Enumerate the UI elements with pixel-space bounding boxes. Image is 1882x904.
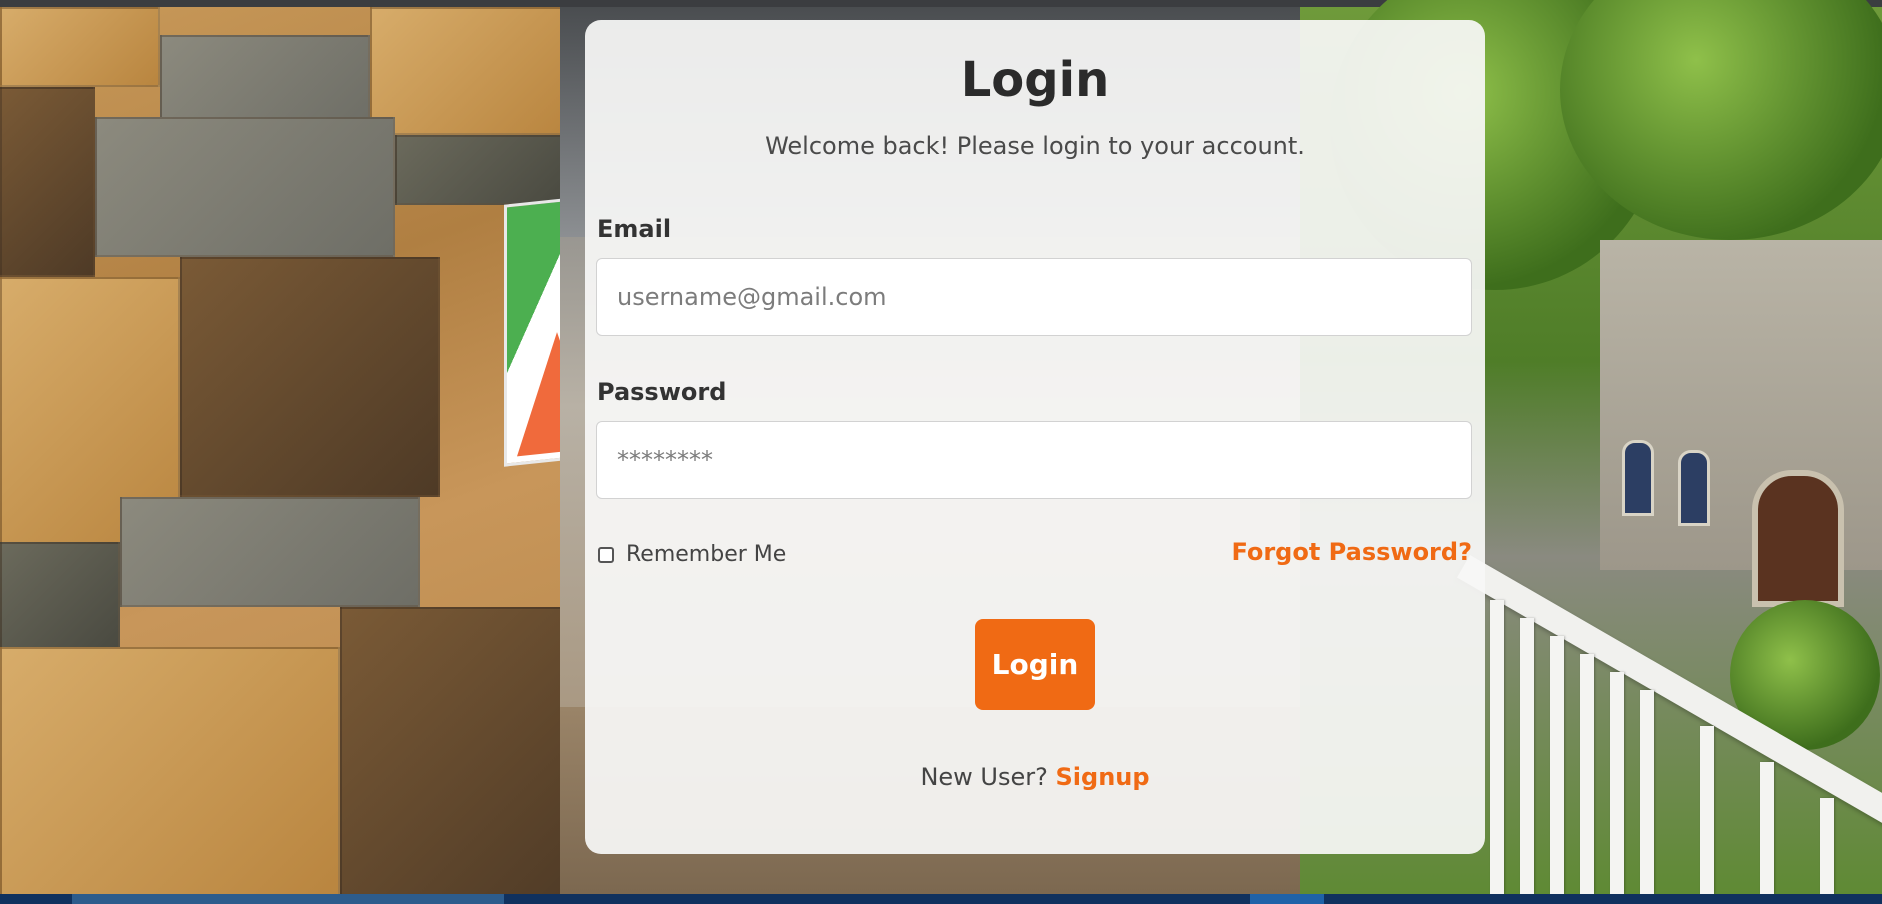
email-label: Email xyxy=(597,215,672,243)
login-card: Login Welcome back! Please login to your… xyxy=(585,20,1485,854)
background-baluster xyxy=(1820,798,1834,894)
background-baluster xyxy=(1550,636,1564,894)
forgot-password-link[interactable]: Forgot Password? xyxy=(1231,538,1472,566)
background-baluster xyxy=(1580,654,1594,894)
background-baluster xyxy=(1520,618,1534,894)
signup-prompt: New User? xyxy=(920,763,1048,791)
login-subtitle: Welcome back! Please login to your accou… xyxy=(765,132,1305,160)
background-baluster xyxy=(1640,690,1654,894)
background-window xyxy=(1678,450,1710,526)
login-title: Login xyxy=(960,52,1110,108)
password-input[interactable] xyxy=(596,421,1472,499)
page: Login Welcome back! Please login to your… xyxy=(0,0,1882,904)
browser-bottom-edge xyxy=(0,894,1882,904)
password-label: Password xyxy=(597,378,727,406)
background-baluster xyxy=(1490,600,1504,894)
remember-me-label: Remember Me xyxy=(626,542,787,567)
background-door xyxy=(1752,470,1844,607)
background-baluster xyxy=(1610,672,1624,894)
signup-link[interactable]: Signup xyxy=(1056,763,1150,791)
login-button[interactable]: Login xyxy=(975,619,1095,710)
background-window xyxy=(1622,440,1654,516)
background-baluster xyxy=(1700,726,1714,894)
remember-me-checkbox[interactable] xyxy=(598,546,614,563)
email-input[interactable] xyxy=(596,258,1472,336)
remember-me-group: Remember Me xyxy=(598,542,786,567)
background-baluster xyxy=(1760,762,1774,894)
signup-row: New User? Signup xyxy=(585,763,1485,791)
